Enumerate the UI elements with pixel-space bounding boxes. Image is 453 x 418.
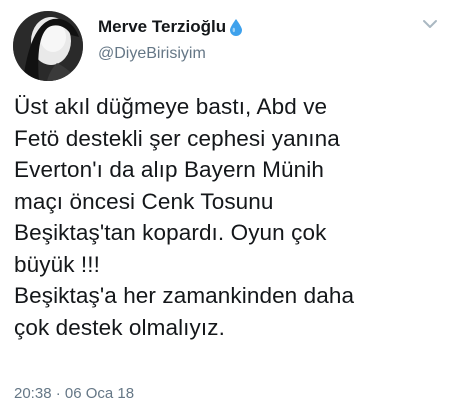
- tweet-timestamp[interactable]: 20:38 · 06 Oca 18: [14, 385, 134, 402]
- tweet-text: Üst akıl düğmeye bastı, Abd ve Fetö dest…: [14, 94, 355, 340]
- water-drop-icon: [230, 18, 243, 36]
- author-display-name[interactable]: Merve Terzioğlu: [98, 17, 226, 37]
- profile-photo: [13, 11, 83, 81]
- author-handle[interactable]: @DiyeBirisiyim: [98, 45, 206, 63]
- author-name-row[interactable]: Merve Terzioğlu: [98, 17, 243, 37]
- avatar[interactable]: [13, 11, 83, 81]
- tweet-card: Merve Terzioğlu @DiyeBirisiyim Üst akıl …: [0, 0, 453, 418]
- chevron-down-icon[interactable]: [422, 18, 438, 30]
